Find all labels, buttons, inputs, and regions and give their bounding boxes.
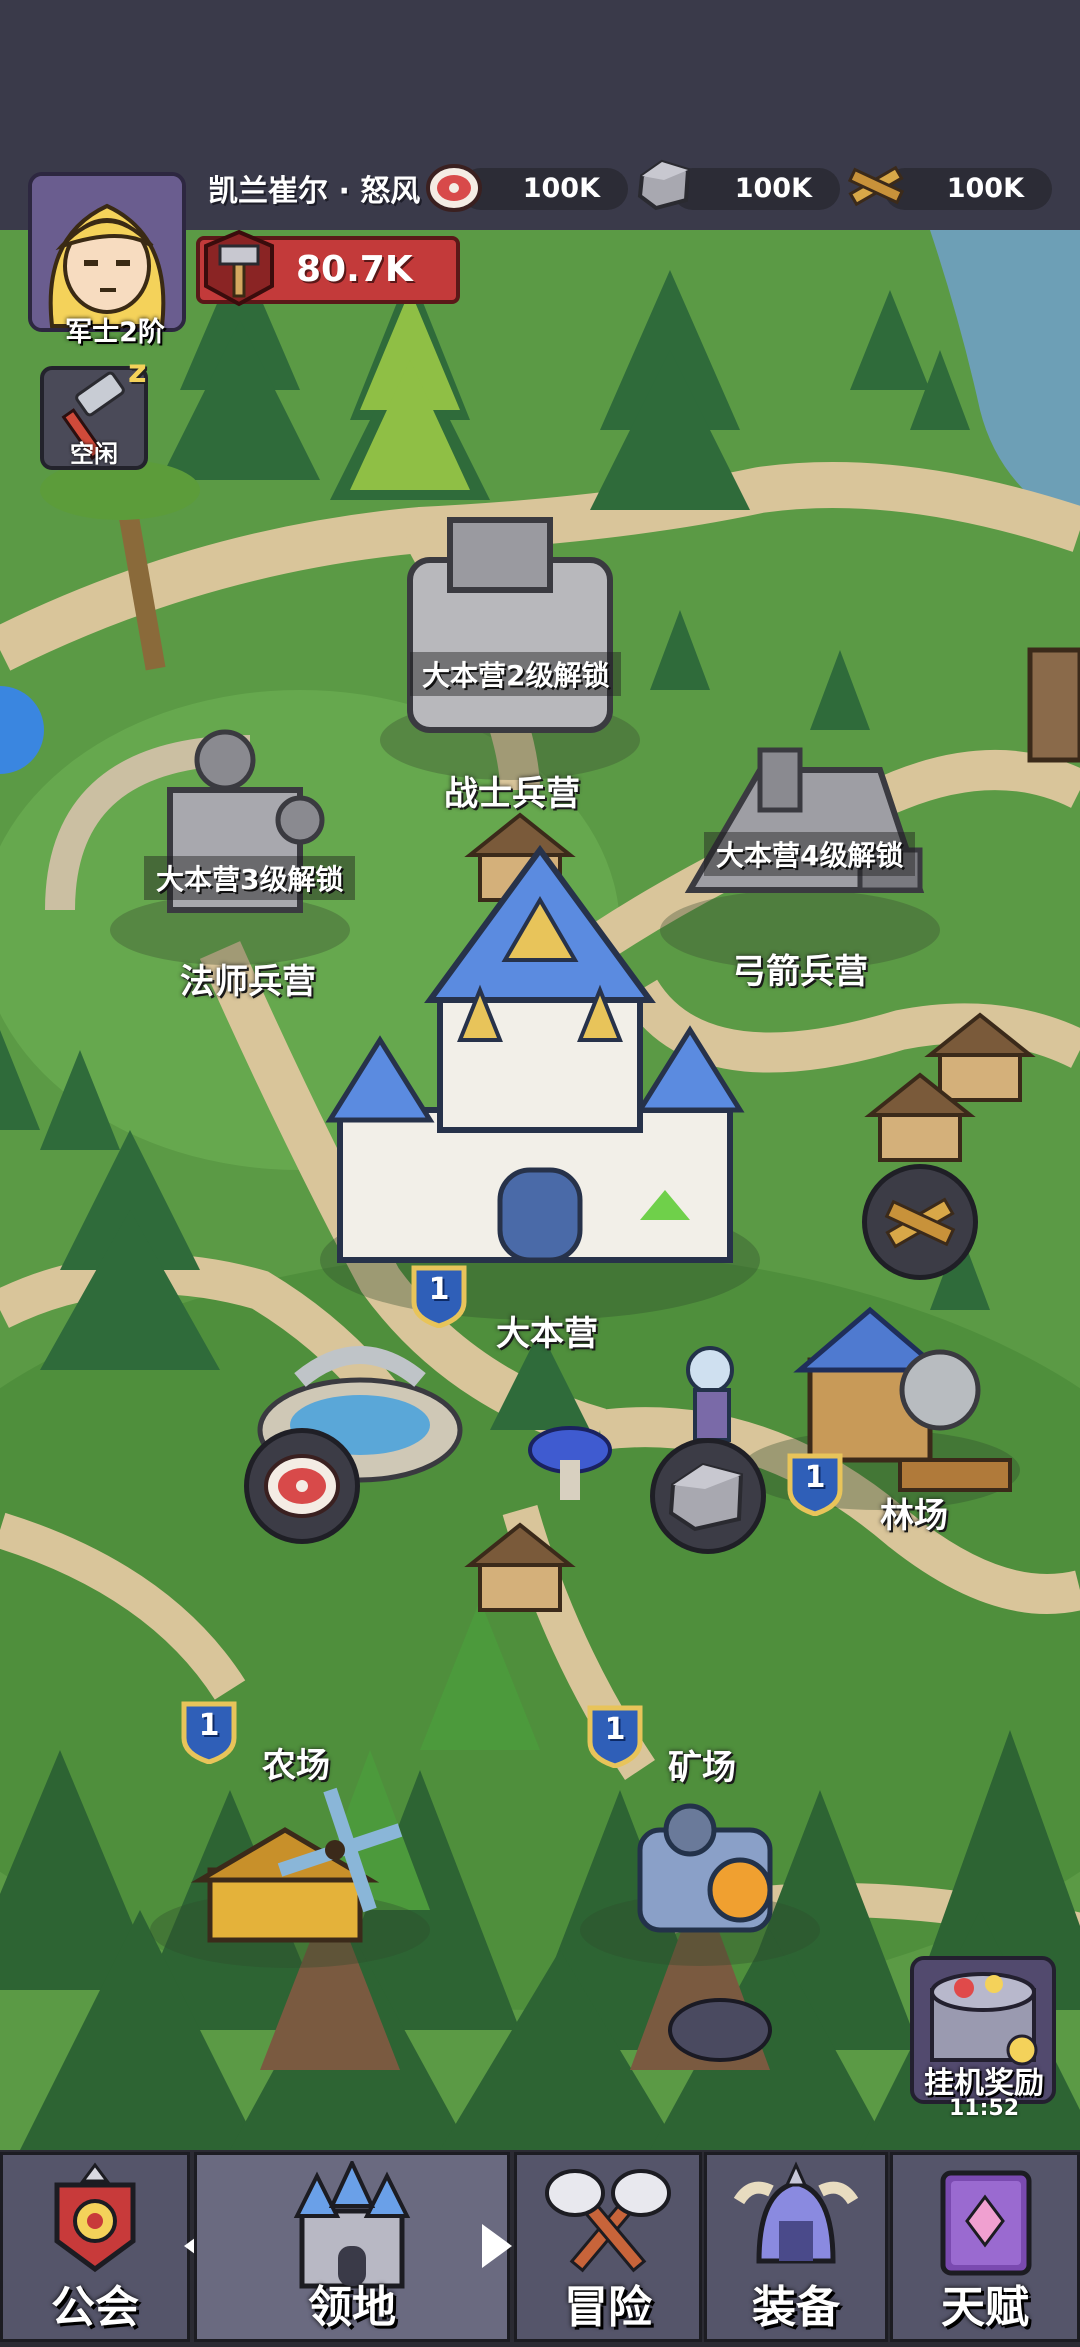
quarry-level: 1 <box>604 1712 626 1747</box>
wood-collect-bubble[interactable] <box>862 1164 978 1280</box>
stone-icon <box>668 1462 744 1532</box>
wood-icon <box>884 1197 956 1249</box>
elf-portrait-icon <box>32 176 182 328</box>
warrior-barracks-label[interactable]: 战士兵营 <box>444 766 580 815</box>
meat-resource-counter: 100K <box>460 168 628 210</box>
meat-collect-bubble[interactable] <box>244 1428 360 1544</box>
lumber-mill-label[interactable]: 林场 <box>880 1488 948 1537</box>
tab-equipment[interactable]: 装备 <box>704 2152 888 2342</box>
meat-icon <box>424 160 484 216</box>
tab-territory-label: 领地 <box>308 2282 396 2333</box>
tab-talent[interactable]: 天赋 <box>890 2152 1080 2342</box>
warrior-barracks-lock-text: 大本营2级解锁 <box>410 652 622 696</box>
wood-icon <box>846 158 906 214</box>
headquarters-label[interactable]: 大本营 <box>496 1306 598 1355</box>
tab-equipment-label: 装备 <box>752 2282 840 2333</box>
idle-reward-timer: 11:52 <box>948 2096 1020 2121</box>
headquarters-level: 1 <box>428 1272 450 1307</box>
tab-guild-label: 公会 <box>51 2282 139 2333</box>
crossed-axes-icon <box>545 2169 671 2273</box>
player-name: 凯兰崔尔 · 怒风 <box>208 174 421 209</box>
stone-collect-bubble[interactable] <box>650 1438 766 1554</box>
stone-resource-counter: 100K <box>672 168 840 210</box>
tab-territory[interactable]: 领地 <box>194 2152 510 2342</box>
helmet-icon <box>733 2161 859 2264</box>
archer-barracks-label[interactable]: 弓箭兵营 <box>732 944 868 993</box>
archer-barracks-lock-text: 大本营4级解锁 <box>704 832 916 876</box>
tab-talent-label: 天赋 <box>941 2282 1029 2333</box>
idle-status-label: 空闲 <box>70 440 118 468</box>
player-rank: 军士2阶 <box>65 317 165 348</box>
nav-next-arrow-icon[interactable] <box>482 2224 512 2268</box>
hammer-power-icon <box>200 228 278 308</box>
stone-icon <box>634 156 694 212</box>
tab-adventure[interactable]: 冒险 <box>514 2152 702 2342</box>
treasure-chest-icon <box>930 1972 1038 2066</box>
guild-banner-icon <box>54 2162 136 2273</box>
lumber-mill-level: 1 <box>804 1460 826 1495</box>
tab-adventure-label: 冒险 <box>564 2282 652 2333</box>
meat-icon <box>264 1454 340 1518</box>
farm-label[interactable]: 农场 <box>262 1738 330 1787</box>
talent-book-icon <box>940 2170 1032 2276</box>
mage-barracks-label[interactable]: 法师兵营 <box>180 954 316 1003</box>
mage-barracks-lock-text: 大本营3级解锁 <box>144 856 356 900</box>
sleep-z-icon: z <box>128 352 147 390</box>
quarry-label[interactable]: 矿场 <box>668 1740 736 1789</box>
player-avatar[interactable] <box>28 172 186 332</box>
farm-level: 1 <box>198 1708 220 1743</box>
wood-resource-counter: 100K <box>884 168 1052 210</box>
tab-guild[interactable]: 公会 <box>0 2152 190 2342</box>
